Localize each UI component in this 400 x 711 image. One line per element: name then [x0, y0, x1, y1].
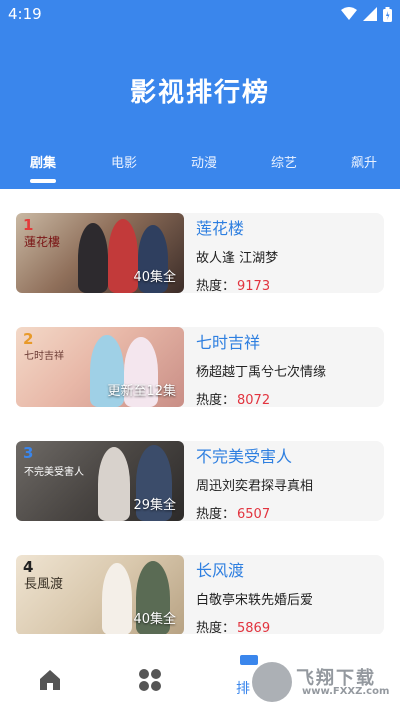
signal-icon: [363, 7, 377, 21]
rank-number: 2: [23, 330, 34, 348]
poster-thumbnail: 1 蓮花樓 40集全: [16, 213, 184, 293]
poster-title-art: 蓮花樓: [24, 235, 61, 249]
poster-title-art: 不完美受害人: [24, 467, 84, 478]
poster-figure: [98, 447, 130, 521]
heat-label: 热度：: [196, 279, 236, 294]
poster-figure: [102, 563, 132, 634]
poster-title-art: 七时吉祥: [24, 351, 64, 362]
list-item[interactable]: 4 長風渡 40集全 长风渡 白敬亭宋轶先婚后爱 热度： 5869: [16, 555, 384, 634]
battery-icon: [383, 6, 392, 22]
nav-ranking-label[interactable]: 排: [236, 678, 250, 698]
episode-badge: 40集全: [133, 612, 176, 627]
status-bar: 4:19: [0, 0, 400, 30]
tab-variety[interactable]: 综艺: [256, 152, 312, 171]
item-description: 杨超越丁禹兮七次情缘: [196, 365, 327, 380]
poster-thumbnail: 2 七时吉祥 更新至12集: [16, 327, 184, 407]
item-info: 七时吉祥 杨超越丁禹兮七次情缘 热度： 8072: [196, 327, 376, 408]
item-description: 白敬亭宋轶先婚后爱: [196, 593, 314, 608]
item-title[interactable]: 莲花楼: [196, 215, 244, 239]
watermark-url: www.FXXZ.com: [302, 686, 390, 697]
page-title: 影视排行榜: [129, 78, 270, 108]
rank-number: 1: [23, 216, 34, 234]
header-bar: 4:19 影视排行榜 剧集 电影 动漫 综艺 飙升: [0, 0, 400, 189]
tab-rising[interactable]: 飙升: [336, 152, 392, 171]
heat-row: 热度： 5869: [196, 617, 270, 634]
wifi-icon: [341, 7, 357, 20]
nav-home[interactable]: [36, 666, 66, 696]
heat-value: 9173: [237, 279, 271, 294]
category-tabs: 剧集 电影 动漫 综艺 飙升: [0, 152, 400, 189]
rank-number: 3: [23, 444, 34, 462]
status-time: 4:19: [8, 5, 42, 23]
episode-badge: 40集全: [133, 270, 176, 285]
heat-label: 热度：: [196, 621, 236, 634]
tab-active-indicator: [30, 179, 56, 183]
heat-label: 热度：: [196, 393, 236, 408]
heat-row: 热度： 9173: [196, 275, 270, 294]
list-item[interactable]: 1 蓮花樓 40集全 莲花楼 故人逢 江湖梦 热度： 9173: [16, 213, 384, 294]
list-item[interactable]: 3 不完美受害人 29集全 不完美受害人 周迅刘奕君探寻真相 热度： 6507: [16, 441, 384, 522]
home-icon: [40, 670, 60, 690]
episode-badge: 更新至12集: [107, 384, 176, 399]
nav-categories[interactable]: [136, 666, 166, 696]
poster-figure: [78, 223, 108, 293]
heat-value: 5869: [237, 621, 271, 634]
item-title[interactable]: 长风渡: [196, 557, 244, 581]
item-info: 不完美受害人 周迅刘奕君探寻真相 热度： 6507: [196, 441, 376, 522]
status-icons: [341, 6, 392, 22]
heat-value: 6507: [237, 507, 271, 522]
item-description: 故人逢 江湖梦: [196, 251, 279, 266]
poster-thumbnail: 3 不完美受害人 29集全: [16, 441, 184, 521]
watermark-logo: 飞翔下载 www.FXXZ.com: [252, 662, 394, 702]
item-title[interactable]: 七时吉祥: [196, 329, 260, 353]
item-description: 周迅刘奕君探寻真相: [196, 479, 314, 494]
ranking-list: 1 蓮花樓 40集全 莲花楼 故人逢 江湖梦 热度： 9173 2 七时吉祥 更新…: [0, 189, 400, 634]
grid-icon: [139, 669, 161, 691]
item-info: 莲花楼 故人逢 江湖梦 热度： 9173: [196, 213, 376, 294]
tab-movies[interactable]: 电影: [96, 152, 152, 171]
poster-title-art: 長風渡: [24, 577, 64, 592]
heat-label: 热度：: [196, 507, 236, 522]
list-item[interactable]: 2 七时吉祥 更新至12集 七时吉祥 杨超越丁禹兮七次情缘 热度： 8072: [16, 327, 384, 408]
poster-thumbnail: 4 長風渡 40集全: [16, 555, 184, 634]
heat-row: 热度： 6507: [196, 503, 270, 522]
heat-value: 8072: [237, 393, 271, 408]
heat-row: 热度： 8072: [196, 389, 270, 408]
item-title[interactable]: 不完美受害人: [196, 443, 292, 467]
tab-anime[interactable]: 动漫: [176, 152, 232, 171]
watermark-icon: [252, 662, 292, 702]
episode-badge: 29集全: [133, 498, 176, 513]
item-info: 长风渡 白敬亭宋轶先婚后爱 热度： 5869: [196, 555, 376, 634]
tab-series[interactable]: 剧集: [15, 152, 71, 171]
